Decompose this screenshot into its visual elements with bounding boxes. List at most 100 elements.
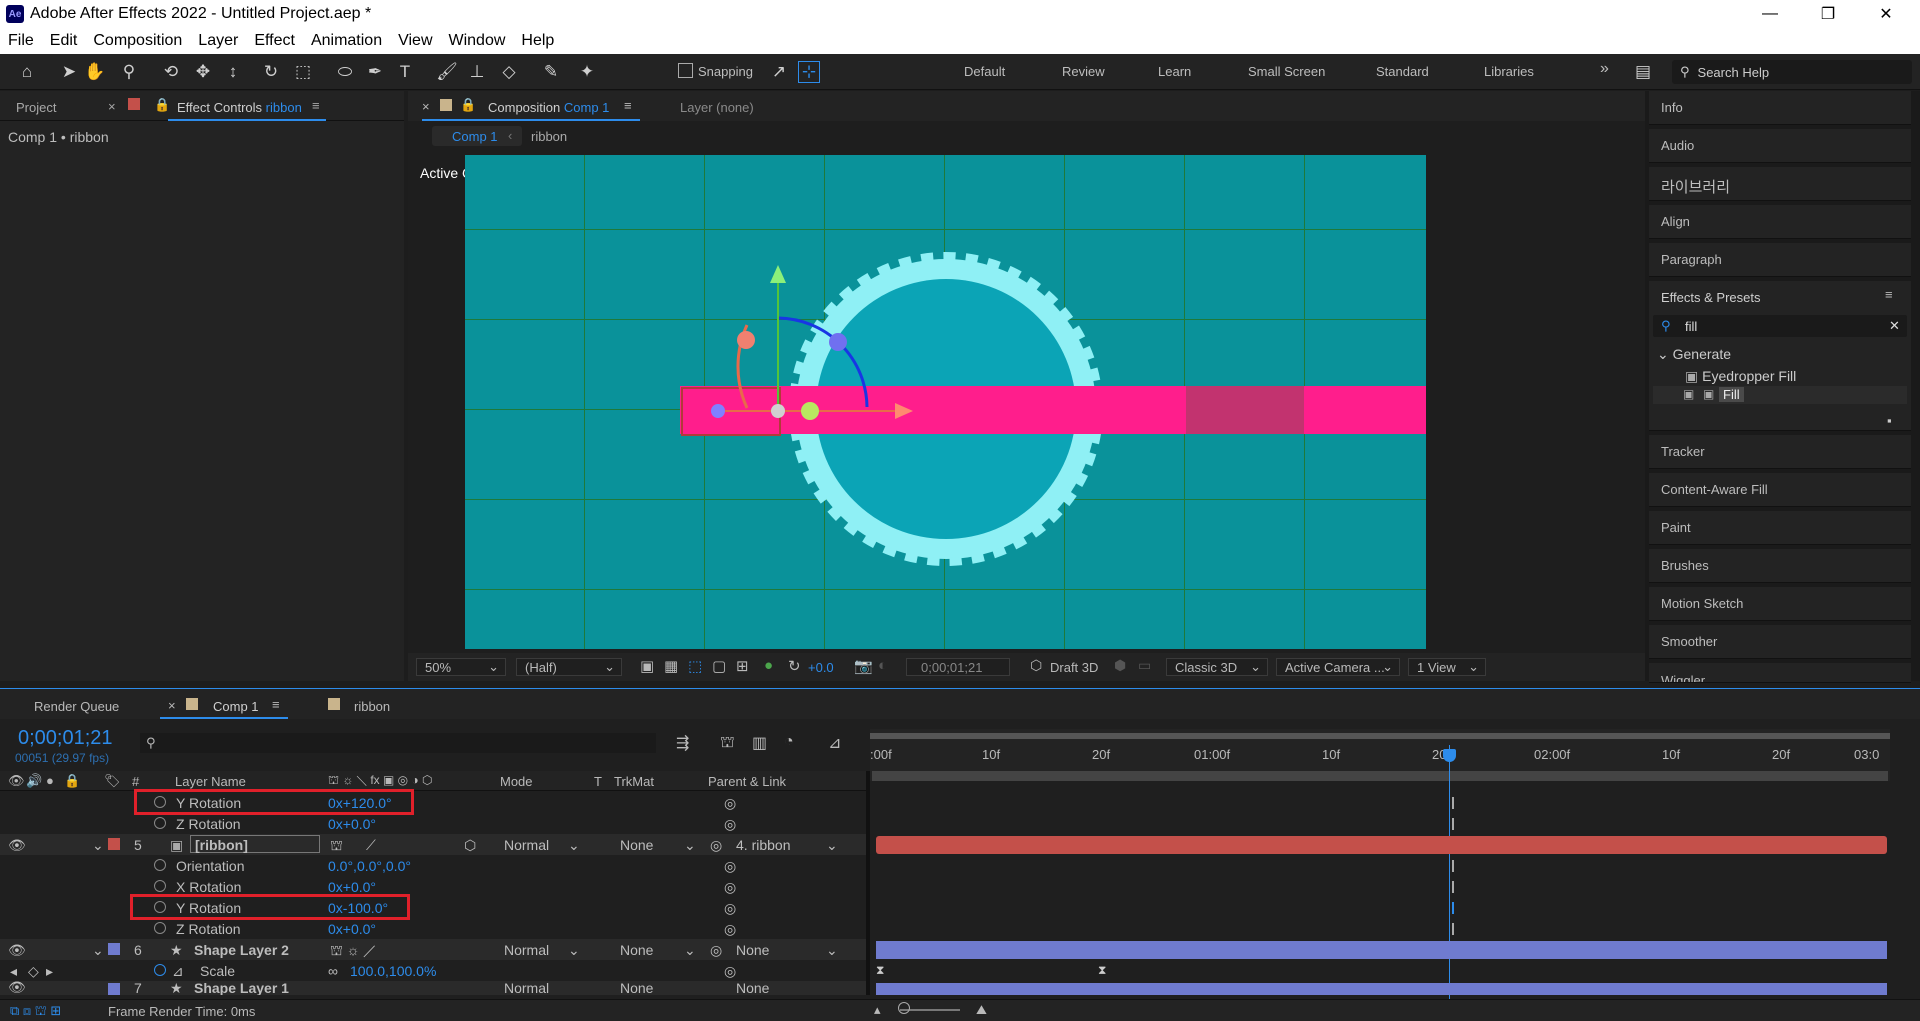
trkmat-dropdown[interactable]: None <box>620 942 653 958</box>
brush-tool-icon[interactable]: 🖌 <box>436 61 458 83</box>
pick-whip-icon[interactable]: ◎ <box>724 879 736 896</box>
shy-switch-icon[interactable]: ⛫ <box>330 837 343 856</box>
chevron-down-icon[interactable]: ⌄ <box>92 837 104 854</box>
panel-menu-icon[interactable]: ≡ <box>1885 287 1893 302</box>
stopwatch-icon[interactable] <box>154 817 166 829</box>
panel-menu-icon[interactable]: ≡ <box>272 697 280 712</box>
home-icon[interactable]: ⌂ <box>16 61 38 83</box>
rotation-handle[interactable] <box>737 331 755 349</box>
tab-layer[interactable]: Layer (none) <box>680 100 754 115</box>
stopwatch-icon[interactable] <box>154 964 166 976</box>
pick-whip-icon[interactable]: ◎ <box>724 816 736 833</box>
draft3d-icon[interactable]: ⬡ <box>1030 657 1042 674</box>
3d-layer-switch-icon[interactable]: ⬡ <box>464 837 476 854</box>
pan-tool-icon[interactable]: ✥ <box>192 61 214 83</box>
layer-name[interactable]: Shape Layer 2 <box>194 942 289 958</box>
puppet-tool-icon[interactable]: ✦ <box>576 61 598 83</box>
workspace-small-screen[interactable]: Small Screen <box>1248 64 1325 79</box>
selection-tool-icon[interactable]: ➤ <box>58 61 80 83</box>
clear-search-icon[interactable]: ✕ <box>1889 318 1900 334</box>
menu-edit[interactable]: Edit <box>50 32 78 50</box>
snap-option-icon[interactable]: ↗ <box>768 61 790 83</box>
snapping-checkbox[interactable] <box>678 63 693 78</box>
hand-tool-icon[interactable]: ✋ <box>84 61 106 83</box>
workspace-review[interactable]: Review <box>1062 64 1105 79</box>
category-generate[interactable]: ⌄ Generate <box>1657 346 1731 363</box>
transparency-grid-icon[interactable]: ▦ <box>664 657 678 675</box>
libraries-panel-header[interactable]: 라이브러리 <box>1649 167 1911 201</box>
keyframe-marker[interactable] <box>1452 860 1454 872</box>
ground-plane-icon[interactable]: ▭ <box>1138 657 1151 674</box>
align-panel-header[interactable]: Align <box>1649 205 1911 239</box>
menu-effect[interactable]: Effect <box>254 32 295 50</box>
reset-exposure-icon[interactable]: ↻ <box>788 657 801 675</box>
menu-composition[interactable]: Composition <box>93 32 182 50</box>
chevron-down-icon[interactable]: ⌄ <box>92 942 104 959</box>
keyframe-marker[interactable]: ⧗ <box>876 963 884 978</box>
current-time-field[interactable]: 0;00;01;21 <box>906 658 1010 676</box>
content-aware-fill-panel-header[interactable]: Content-Aware Fill <box>1649 473 1911 507</box>
column-layer-name[interactable]: Layer Name <box>175 774 246 789</box>
shy-switch-icon[interactable]: ⛫ ☼ ⟋ <box>330 942 376 961</box>
motion-sketch-panel-header[interactable]: Motion Sketch <box>1649 587 1911 621</box>
comp-mini-flowchart-icon[interactable]: ⇶ <box>676 733 689 753</box>
stopwatch-icon[interactable] <box>154 859 166 871</box>
quality-switch-icon[interactable]: ⟋ <box>366 837 376 854</box>
workspace-default[interactable]: Default <box>964 64 1005 79</box>
zoom-tool-icon[interactable]: ⚲ <box>118 61 140 83</box>
exposure-value[interactable]: +0.0 <box>808 660 834 675</box>
show-snapshot-icon[interactable]: ◐ <box>878 657 887 674</box>
workspace-libraries[interactable]: Libraries <box>1484 64 1534 79</box>
tab-composition[interactable]: Composition Comp 1 <box>488 100 609 115</box>
pick-whip-icon[interactable]: ◎ <box>710 837 722 854</box>
stopwatch-icon[interactable] <box>154 880 166 892</box>
eye-icon[interactable]: 👁 <box>8 837 26 854</box>
property-value[interactable]: 0.0°,0.0°,0.0° <box>328 858 411 874</box>
zoom-dropdown[interactable]: 50% ⌄ <box>416 658 506 676</box>
dolly-tool-icon[interactable]: ↕ <box>222 61 244 83</box>
timeline-current-time[interactable]: 0;00;01;21 <box>18 727 113 750</box>
keyframe-marker[interactable] <box>1452 797 1454 809</box>
menu-help[interactable]: Help <box>521 32 554 50</box>
zoom-out-icon[interactable]: ▴ <box>874 1002 881 1018</box>
renderer-dropdown[interactable]: Classic 3D ⌄ <box>1166 658 1268 676</box>
keyframe-marker[interactable] <box>1452 902 1454 914</box>
paragraph-panel-header[interactable]: Paragraph <box>1649 243 1911 277</box>
menu-window[interactable]: Window <box>449 32 506 50</box>
pick-whip-icon[interactable]: ◎ <box>724 963 736 980</box>
parent-dropdown[interactable]: 4. ribbon <box>736 837 790 853</box>
timeline-zoom-thumb[interactable] <box>898 1002 910 1014</box>
pick-whip-icon[interactable]: ◎ <box>724 921 736 938</box>
mode-dropdown[interactable]: Normal <box>504 837 549 853</box>
layer-duration-bar[interactable] <box>876 983 1887 995</box>
property-value[interactable]: 0x+0.0° <box>328 921 376 937</box>
type-tool-icon[interactable]: T <box>394 61 416 83</box>
mask-visibility-icon[interactable]: ⬚ <box>688 657 702 675</box>
effect-fill-row[interactable]: ▣ ▣ Fill <box>1653 386 1907 404</box>
anchor-handle[interactable] <box>801 402 819 420</box>
zoom-in-icon[interactable]: ⛰ <box>976 1002 987 1018</box>
property-value[interactable]: 0x+0.0° <box>328 816 376 832</box>
menu-view[interactable]: View <box>398 32 432 50</box>
tab-project[interactable]: Project <box>16 100 56 115</box>
anchor-handle[interactable] <box>711 404 725 418</box>
clone-stamp-tool-icon[interactable]: ⊥ <box>466 61 488 83</box>
tab-render-queue[interactable]: Render Queue <box>34 699 119 714</box>
paint-panel-header[interactable]: Paint <box>1649 511 1911 545</box>
menu-animation[interactable]: Animation <box>311 32 382 50</box>
label-color-swatch[interactable] <box>108 838 120 850</box>
prev-keyframe-icon[interactable]: ◂ <box>10 963 17 980</box>
lock-icon[interactable]: 🔒 <box>460 97 476 113</box>
close-icon[interactable]: × <box>422 99 430 114</box>
anchor-handle[interactable] <box>771 404 785 418</box>
eye-icon[interactable]: 👁 <box>8 981 26 995</box>
draft3d-label[interactable]: Draft 3D <box>1050 660 1098 675</box>
workspace-panel-icon[interactable]: ▤ <box>1632 61 1654 83</box>
label-color-swatch[interactable] <box>108 943 120 955</box>
pen-tool-icon[interactable]: ✒ <box>364 61 386 83</box>
lock-icon[interactable]: 🔒 <box>154 97 170 113</box>
info-panel-header[interactable]: Info <box>1649 91 1911 125</box>
layer-row[interactable]: 👁 7 ★ Shape Layer 1 Normal None None <box>0 981 866 995</box>
current-time-indicator[interactable] <box>1449 745 1450 1015</box>
eraser-tool-icon[interactable]: ◇ <box>498 61 520 83</box>
